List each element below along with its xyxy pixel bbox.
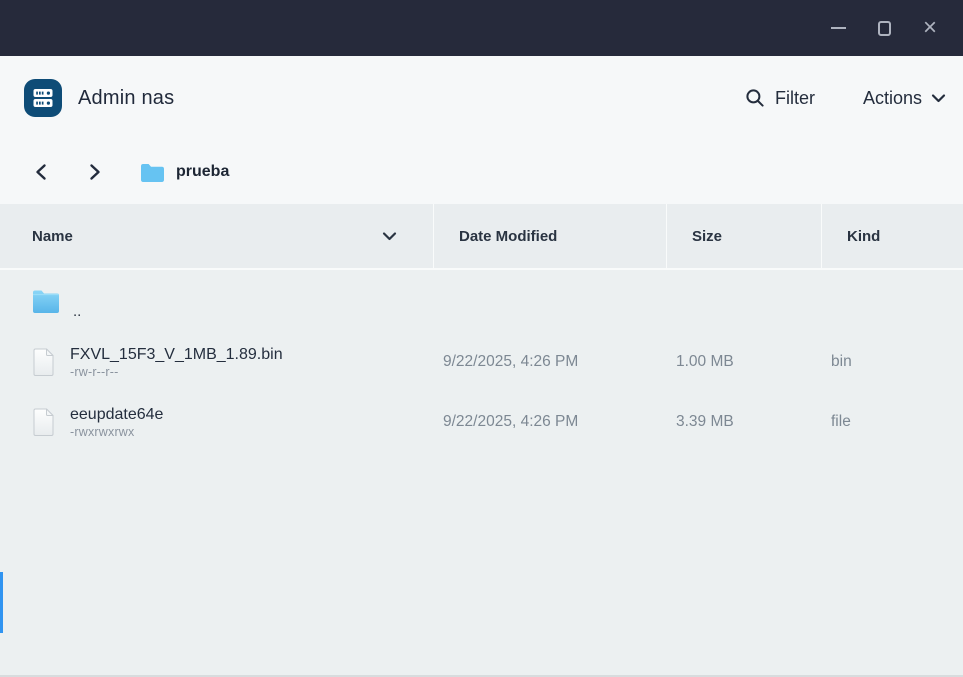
forward-button[interactable]: [84, 159, 106, 185]
minimize-button[interactable]: [815, 10, 861, 46]
cell-size: 1.00 MB: [667, 353, 822, 371]
chevron-left-icon: [34, 163, 48, 181]
column-header-date-modified[interactable]: Date Modified: [434, 204, 667, 268]
app-window: × Admin nas: [0, 0, 963, 677]
file-icon: [32, 348, 55, 377]
cell-size: 3.39 MB: [667, 413, 822, 431]
table-header: Name Date Modified Size Kind: [0, 204, 963, 270]
maximize-button[interactable]: [861, 10, 907, 46]
window-titlebar: ×: [0, 0, 963, 56]
folder-icon: [140, 162, 165, 183]
column-header-kind[interactable]: Kind: [822, 204, 963, 268]
chevron-down-icon: [931, 93, 946, 103]
file-list: ..: [0, 270, 963, 452]
maximize-icon: [878, 21, 891, 36]
file-icon: [32, 408, 55, 437]
breadcrumb: prueba: [0, 140, 963, 204]
folder-icon: [32, 288, 60, 314]
filter-button[interactable]: Filter: [745, 88, 815, 109]
cell-kind: file: [822, 413, 963, 431]
close-button[interactable]: ×: [907, 10, 953, 46]
app-header: Admin nas Filter Actions: [0, 56, 963, 140]
sort-chevron-down-icon: [382, 231, 397, 241]
current-folder-name: prueba: [176, 163, 229, 181]
cell-kind: bin: [822, 353, 963, 371]
table-row-parent-folder[interactable]: ..: [0, 270, 963, 332]
cell-date-modified: 9/22/2025, 4:26 PM: [434, 353, 667, 371]
search-icon: [745, 88, 765, 108]
cell-date-modified: 9/22/2025, 4:26 PM: [434, 413, 667, 431]
actions-menu-button[interactable]: Actions: [863, 88, 946, 109]
actions-label: Actions: [863, 88, 922, 109]
file-name: eeupdate64e: [70, 406, 163, 424]
file-permissions: -rw-r--r--: [70, 365, 283, 379]
minimize-icon: [831, 27, 846, 29]
nas-app-icon: [24, 79, 62, 117]
column-header-name[interactable]: Name: [0, 204, 434, 268]
back-button[interactable]: [30, 159, 52, 185]
page-title: Admin nas: [78, 87, 174, 110]
table-row[interactable]: FXVL_15F3_V_1MB_1.89.bin -rw-r--r-- 9/22…: [0, 332, 963, 392]
filter-label: Filter: [775, 88, 815, 109]
left-scrollbar-thumb[interactable]: [0, 572, 3, 633]
close-icon: ×: [923, 16, 937, 40]
header-actions: Filter Actions: [745, 88, 963, 109]
column-header-size[interactable]: Size: [667, 204, 822, 268]
file-permissions: -rwxrwxrwx: [70, 425, 163, 439]
file-name: FXVL_15F3_V_1MB_1.89.bin: [70, 346, 283, 364]
table-row[interactable]: eeupdate64e -rwxrwxrwx 9/22/2025, 4:26 P…: [0, 392, 963, 452]
chevron-right-icon: [88, 163, 102, 181]
folder-name: ..: [73, 303, 81, 320]
